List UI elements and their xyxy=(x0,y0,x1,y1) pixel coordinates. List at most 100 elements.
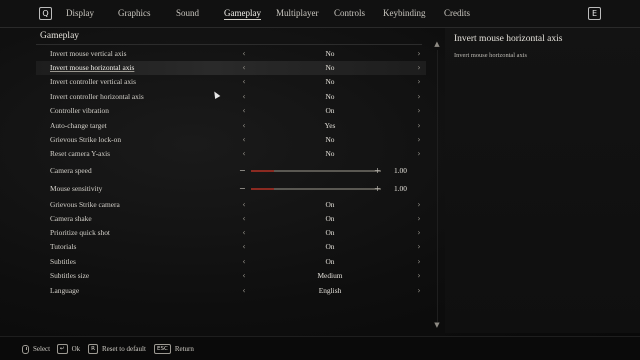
arrow-left-icon[interactable]: ‹ xyxy=(239,120,249,131)
setting-row-grievous-strike-camera[interactable]: Grievous Strike camera ‹ On › xyxy=(36,198,426,212)
setting-label: Auto-change target xyxy=(50,121,107,130)
setting-label: Invert mouse horizontal axis xyxy=(50,63,135,72)
scrollbar-track[interactable] xyxy=(437,50,438,322)
arrow-right-icon[interactable]: › xyxy=(414,241,424,252)
next-tab-key[interactable]: E xyxy=(588,7,601,20)
slider-increase-icon[interactable]: + xyxy=(374,183,381,194)
setting-row-mouse-sensitivity[interactable]: Mouse sensitivity − + 1.00 xyxy=(36,182,426,196)
slider-decrease-icon[interactable]: − xyxy=(239,165,246,176)
setting-row-auto-change-target[interactable]: Auto-change target ‹ Yes › xyxy=(36,119,426,133)
setting-label: Mouse sensitivity xyxy=(50,184,103,193)
hint-select[interactable]: Select xyxy=(22,343,50,355)
tab-controls[interactable]: Controls xyxy=(334,8,365,18)
arrow-right-icon[interactable]: › xyxy=(414,256,424,267)
setting-row-controller-vibration[interactable]: Controller vibration ‹ On › xyxy=(36,104,426,118)
setting-row-invert-controller-horizontal[interactable]: Invert controller horizontal axis ‹ No › xyxy=(36,90,426,104)
setting-label: Grievous Strike lock-on xyxy=(50,135,122,144)
hint-return[interactable]: ESC Return xyxy=(154,343,194,355)
arrow-left-icon[interactable]: ‹ xyxy=(239,148,249,159)
setting-label: Reset camera Y-axis xyxy=(50,149,111,158)
arrow-right-icon[interactable]: › xyxy=(414,134,424,145)
setting-label: Prioritize quick shot xyxy=(50,228,110,237)
setting-value: 1.00 xyxy=(394,184,407,193)
arrow-left-icon[interactable]: ‹ xyxy=(239,213,249,224)
setting-label: Grievous Strike camera xyxy=(50,200,120,209)
tab-gameplay[interactable]: Gameplay xyxy=(224,8,261,20)
arrow-right-icon[interactable]: › xyxy=(414,199,424,210)
slider-fill xyxy=(251,188,275,190)
arrow-right-icon[interactable]: › xyxy=(414,227,424,238)
prev-tab-key[interactable]: Q xyxy=(39,7,52,20)
arrow-right-icon[interactable]: › xyxy=(414,270,424,281)
footer-hints: Select ↵ Ok R Reset to default ESC Retur… xyxy=(0,336,640,360)
arrow-right-icon[interactable]: › xyxy=(414,62,424,73)
tab-multiplayer[interactable]: Multiplayer xyxy=(276,8,319,18)
arrow-left-icon[interactable]: ‹ xyxy=(239,62,249,73)
arrow-right-icon[interactable]: › xyxy=(414,213,424,224)
setting-label: Invert controller horizontal axis xyxy=(50,92,144,101)
camera-speed-slider[interactable] xyxy=(251,170,381,172)
setting-value: No xyxy=(325,77,335,86)
arrow-left-icon[interactable]: ‹ xyxy=(239,285,249,296)
hint-select-label: Select xyxy=(33,345,51,353)
arrow-right-icon[interactable]: › xyxy=(414,48,424,59)
arrow-right-icon[interactable]: › xyxy=(414,91,424,102)
setting-label: Camera speed xyxy=(50,166,92,175)
setting-row-subtitles[interactable]: Subtitles ‹ On › xyxy=(36,255,426,269)
setting-value: English xyxy=(318,286,342,295)
arrow-left-icon[interactable]: ‹ xyxy=(239,241,249,252)
arrow-left-icon[interactable]: ‹ xyxy=(239,105,249,116)
setting-value: On xyxy=(325,106,335,115)
tab-display[interactable]: Display xyxy=(66,8,94,18)
hint-ok-label: Ok xyxy=(71,345,81,353)
arrow-left-icon[interactable]: ‹ xyxy=(239,76,249,87)
setting-row-subtitles-size[interactable]: Subtitles size ‹ Medium › xyxy=(36,269,426,283)
tab-keybinding[interactable]: Keybinding xyxy=(383,8,426,18)
setting-label: Camera shake xyxy=(50,214,92,223)
tab-graphics[interactable]: Graphics xyxy=(118,8,151,18)
setting-row-language[interactable]: Language ‹ English › xyxy=(36,284,426,298)
arrow-left-icon[interactable]: ‹ xyxy=(239,199,249,210)
setting-row-invert-mouse-vertical[interactable]: Invert mouse vertical axis ‹ No › xyxy=(36,47,426,61)
setting-row-grievous-strike-lock-on[interactable]: Grievous Strike lock-on ‹ No › xyxy=(36,133,426,147)
arrow-right-icon[interactable]: › xyxy=(414,76,424,87)
setting-row-camera-speed[interactable]: Camera speed − + 1.00 xyxy=(36,164,426,178)
mouse-icon xyxy=(22,344,29,354)
arrow-right-icon[interactable]: › xyxy=(414,105,424,116)
arrow-right-icon[interactable]: › xyxy=(414,285,424,296)
setting-row-camera-shake[interactable]: Camera shake ‹ On › xyxy=(36,212,426,226)
arrow-left-icon[interactable]: ‹ xyxy=(239,256,249,267)
setting-row-invert-controller-vertical[interactable]: Invert controller vertical axis ‹ No › xyxy=(36,75,426,89)
hint-reset[interactable]: R Reset to default xyxy=(88,343,146,355)
description-title: Invert mouse horizontal axis xyxy=(454,34,563,44)
hint-ok[interactable]: ↵ Ok xyxy=(57,343,80,355)
arrow-left-icon[interactable]: ‹ xyxy=(239,270,249,281)
slider-decrease-icon[interactable]: − xyxy=(239,183,246,194)
arrow-left-icon[interactable]: ‹ xyxy=(239,91,249,102)
arrow-left-icon[interactable]: ‹ xyxy=(239,48,249,59)
setting-row-tutorials[interactable]: Tutorials ‹ On › xyxy=(36,240,426,254)
setting-row-prioritize-quick-shot[interactable]: Prioritize quick shot ‹ On › xyxy=(36,226,426,240)
tab-sound[interactable]: Sound xyxy=(176,8,199,18)
description-panel: Invert mouse horizontal axis Invert mous… xyxy=(445,28,640,333)
setting-row-reset-camera-y-axis[interactable]: Reset camera Y-axis ‹ No › xyxy=(36,147,426,161)
hint-reset-label: Reset to default xyxy=(102,345,146,353)
tab-credits[interactable]: Credits xyxy=(444,8,470,18)
setting-value: 1.00 xyxy=(394,166,407,175)
setting-label: Language xyxy=(50,286,80,295)
arrow-right-icon[interactable]: › xyxy=(414,148,424,159)
setting-value: On xyxy=(325,257,335,266)
arrow-right-icon[interactable]: › xyxy=(414,120,424,131)
slider-increase-icon[interactable]: + xyxy=(374,165,381,176)
arrow-left-icon[interactable]: ‹ xyxy=(239,227,249,238)
esc-key-icon: ESC xyxy=(154,344,171,354)
setting-label: Subtitles xyxy=(50,257,76,266)
mouse-sensitivity-slider[interactable] xyxy=(251,188,381,190)
arrow-left-icon[interactable]: ‹ xyxy=(239,134,249,145)
scroll-down-icon[interactable]: ▼ xyxy=(433,321,441,329)
scroll-up-icon[interactable]: ▲ xyxy=(433,40,441,48)
setting-value: On xyxy=(325,242,335,251)
setting-label: Tutorials xyxy=(50,242,77,251)
setting-value: No xyxy=(325,149,335,158)
setting-row-invert-mouse-horizontal[interactable]: Invert mouse horizontal axis ‹ No › xyxy=(36,61,426,75)
